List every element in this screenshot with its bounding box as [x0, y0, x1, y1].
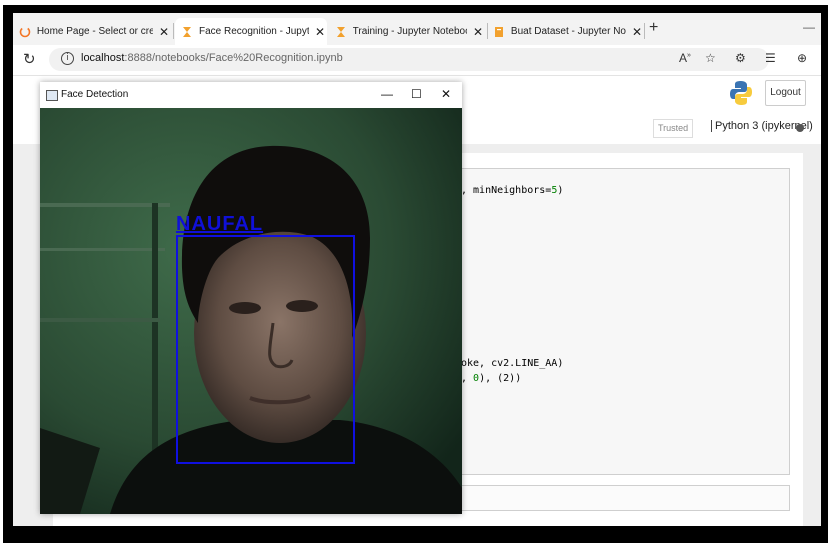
favorite-icon[interactable]: ☆: [705, 51, 716, 65]
detected-name-label: NAUFAL: [176, 213, 264, 235]
info-icon[interactable]: i: [61, 52, 74, 65]
close-icon[interactable]: ✕: [473, 25, 483, 39]
tab-label: Buat Dataset - Jupyter Notebook: [510, 26, 626, 37]
favorites-bar-icon[interactable]: ☰: [765, 51, 776, 65]
new-tab-button[interactable]: +: [649, 19, 658, 37]
screenshot-frame: Home Page - Select or create a n ✕ Face …: [0, 0, 834, 549]
tab-buat-dataset[interactable]: Buat Dataset - Jupyter Notebook ✕: [490, 18, 642, 45]
python-logo-icon: [730, 81, 752, 105]
close-icon[interactable]: ✕: [632, 25, 642, 39]
url-text: localhost:8888/notebooks/Face%20Recognit…: [81, 52, 343, 64]
hourglass-icon: [183, 26, 191, 37]
code-cell[interactable]: , minNeighbors=5) oke, cv2.LINE_AA) , 0)…: [451, 168, 790, 475]
code-text: , minNeighbors=: [461, 185, 552, 196]
collections-icon[interactable]: ⊕: [797, 51, 807, 65]
tab-divider: [644, 23, 645, 39]
kernel-status-icon: [796, 124, 804, 132]
tab-label: Training - Jupyter Notebook: [352, 26, 467, 37]
tab-training[interactable]: Training - Jupyter Notebook ✕: [331, 18, 483, 45]
logout-button[interactable]: Logout: [765, 80, 806, 106]
tab-face-recognition[interactable]: Face Recognition - Jupyter Notel ✕: [175, 18, 327, 45]
tab-label: Home Page - Select or create a n: [36, 26, 153, 37]
tab-label: Face Recognition - Jupyter Notel: [199, 26, 309, 37]
tab-home-page[interactable]: Home Page - Select or create a n ✕: [17, 18, 169, 45]
hourglass-icon: [337, 26, 345, 37]
url-field[interactable]: i localhost:8888/notebooks/Face%20Recogn…: [49, 48, 769, 71]
address-bar: ↻ i localhost:8888/notebooks/Face%20Reco…: [13, 45, 821, 76]
window-minimize-icon[interactable]: —: [803, 20, 815, 34]
code-text: ), (2)): [479, 373, 522, 384]
code-cell[interactable]: [451, 485, 790, 511]
read-aloud-icon[interactable]: A»: [679, 51, 691, 65]
tab-bar: Home Page - Select or create a n ✕ Face …: [13, 13, 821, 45]
code-text: oke, cv2.LINE_AA): [461, 358, 564, 369]
face-bounding-box: [176, 235, 355, 464]
maximize-button[interactable]: ☐: [411, 87, 422, 101]
face-detection-window: Face Detection — ☐ ✕ NAUFAL: [40, 82, 462, 514]
code-text: ): [557, 185, 564, 196]
notebook-icon: [495, 26, 503, 37]
url-path: :8888/notebooks/Face%20Recognition.ipynb: [124, 52, 343, 64]
code-text: ,: [461, 373, 474, 384]
url-host: localhost: [81, 52, 125, 64]
app-icon: [46, 90, 58, 101]
reload-icon[interactable]: ↻: [23, 50, 36, 68]
jupyter-spinner-icon: [19, 26, 31, 37]
window-titlebar[interactable]: Face Detection — ☐ ✕: [40, 82, 462, 108]
tab-divider: [487, 23, 488, 39]
minimize-button[interactable]: —: [381, 87, 393, 101]
code-line: oke, cv2.LINE_AA): [461, 358, 563, 369]
trusted-badge[interactable]: Trusted: [653, 119, 694, 138]
close-icon[interactable]: ✕: [159, 25, 169, 39]
close-button[interactable]: ✕: [441, 87, 451, 101]
browser-window: Home Page - Select or create a n ✕ Face …: [13, 13, 821, 526]
window-title: Face Detection: [61, 89, 129, 100]
code-line: , 0), (2)): [461, 373, 521, 384]
code-line: , minNeighbors=5): [461, 185, 563, 196]
camera-feed: NAUFAL: [40, 108, 462, 514]
tab-divider: [173, 23, 174, 39]
close-icon[interactable]: ✕: [315, 25, 325, 39]
extensions-icon[interactable]: ⚙: [735, 51, 746, 65]
